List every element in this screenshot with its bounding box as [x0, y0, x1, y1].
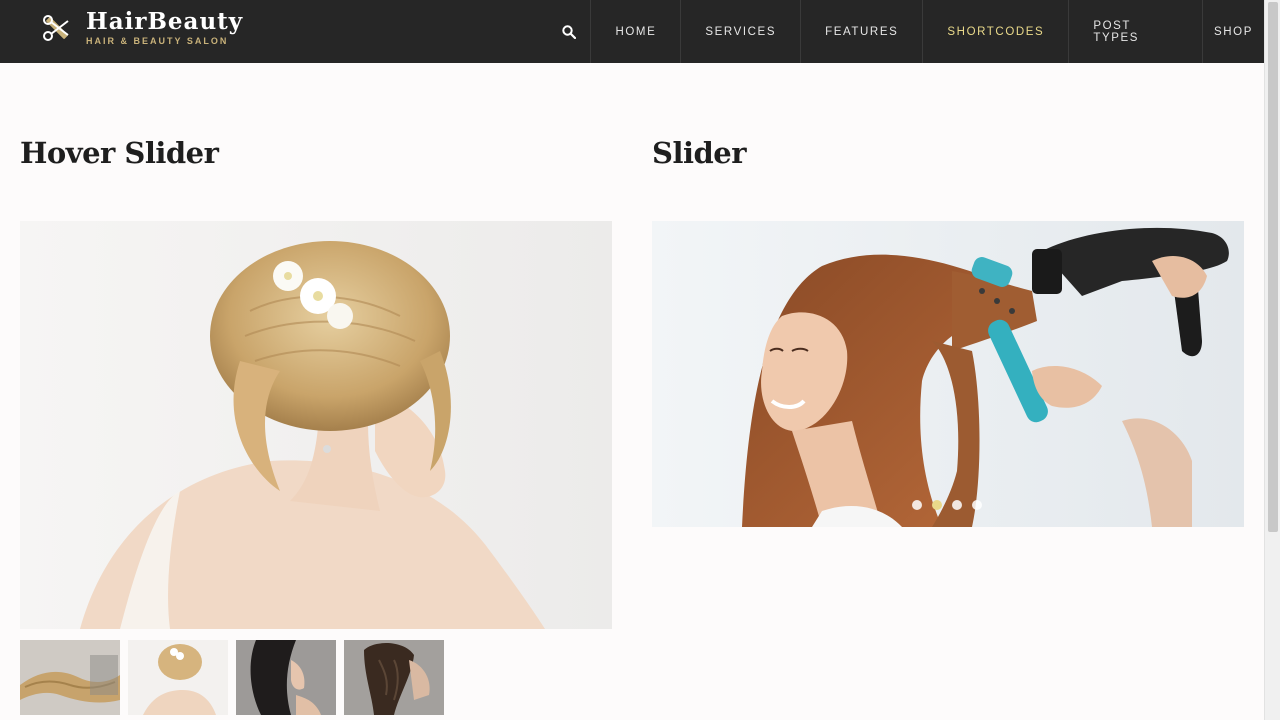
nav-item-services[interactable]: SERVICES — [681, 0, 802, 63]
logo-title: HairBeauty — [86, 8, 244, 35]
nav-item-post-types[interactable]: POST TYPES — [1069, 0, 1203, 63]
slider-title: Slider — [652, 136, 746, 170]
slider-dot-4[interactable] — [972, 500, 982, 510]
hover-slider-main-image[interactable] — [20, 221, 612, 629]
nav-item-shortcodes[interactable]: SHORTCODES — [923, 0, 1070, 63]
scrollbar-thumb[interactable] — [1268, 2, 1278, 532]
site-header: HairBeauty HAIR & BEAUTY SALON HOME SERV… — [0, 0, 1264, 63]
slider-image[interactable] — [652, 221, 1244, 527]
scissors-comb-icon — [40, 11, 74, 45]
logo-subtitle: HAIR & BEAUTY SALON — [86, 36, 229, 46]
slider-dot-2[interactable] — [932, 500, 942, 510]
hover-slider-thumbnail-3[interactable] — [236, 640, 336, 715]
nav-item-home[interactable]: HOME — [591, 0, 682, 63]
slider-dot-1[interactable] — [912, 500, 922, 510]
search-button[interactable] — [548, 0, 592, 63]
search-icon — [562, 24, 577, 39]
site-logo[interactable]: HairBeauty HAIR & BEAUTY SALON — [40, 8, 243, 48]
page-scrollbar[interactable] — [1264, 0, 1280, 720]
main-nav: HOME SERVICES FEATURES SHORTCODES POST T… — [548, 0, 1264, 63]
nav-item-features[interactable]: FEATURES — [801, 0, 924, 63]
hover-slider-thumbnail-1[interactable] — [20, 640, 120, 715]
slider-dot-3[interactable] — [952, 500, 962, 510]
hover-slider-title: Hover Slider — [20, 136, 219, 170]
hover-slider-thumbnail-2[interactable] — [128, 640, 228, 715]
slider-pagination — [912, 500, 982, 510]
hover-slider-thumbnail-4[interactable] — [344, 640, 444, 715]
nav-item-shop[interactable]: SHOP — [1203, 0, 1264, 63]
